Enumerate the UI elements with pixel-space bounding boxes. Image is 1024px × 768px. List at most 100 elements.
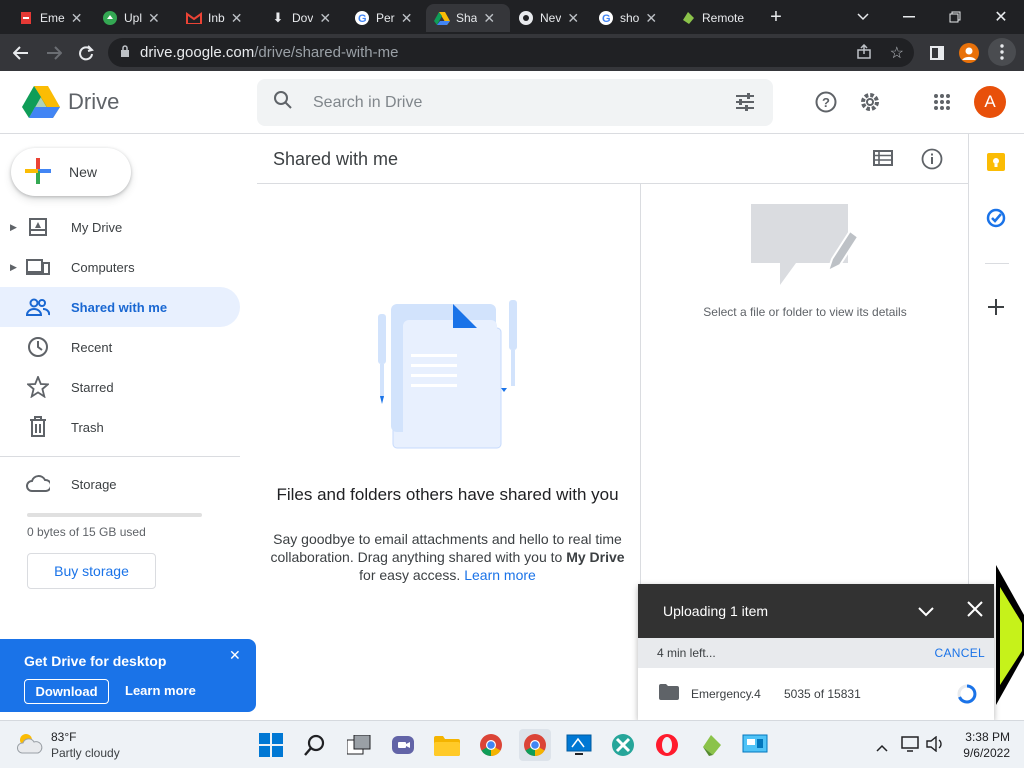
browser-menu-button[interactable]	[988, 38, 1016, 66]
learn-more-link[interactable]: Learn more	[125, 683, 196, 698]
lock-icon[interactable]	[120, 44, 130, 62]
browser-tab[interactable]: Upl ✕	[94, 4, 178, 32]
close-tab-icon[interactable]: ✕	[148, 10, 160, 27]
close-tab-icon[interactable]: ✕	[71, 10, 83, 27]
file-explorer-icon[interactable]	[431, 729, 463, 761]
app-teal-icon[interactable]	[607, 729, 639, 761]
upload-title: Uploading 1 item	[663, 603, 769, 619]
upload-item-progress: 5035 of 15831	[784, 687, 861, 701]
chevron-up-icon[interactable]	[876, 739, 888, 757]
windows-start-icon[interactable]	[255, 729, 287, 761]
sidebar-item-trash[interactable]: Trash	[0, 407, 240, 447]
close-tab-icon[interactable]: ✕	[567, 10, 579, 27]
clock-date[interactable]: 9/6/2022	[948, 746, 1010, 760]
weather-icon[interactable]	[16, 731, 44, 760]
browser-tab[interactable]: Eme ✕	[10, 4, 94, 32]
weather-temperature[interactable]: 83°F	[51, 730, 76, 744]
close-icon[interactable]	[967, 601, 983, 622]
list-view-icon[interactable]	[873, 150, 893, 171]
close-tab-icon[interactable]: ✕	[401, 10, 413, 27]
clock-time[interactable]: 3:38 PM	[958, 730, 1010, 744]
minimize-button[interactable]	[886, 0, 932, 34]
storage-usage-bar	[27, 513, 202, 517]
control-panel-icon[interactable]	[739, 729, 771, 761]
account-avatar[interactable]: A	[974, 86, 1006, 118]
close-icon[interactable]: ✕	[229, 647, 241, 664]
bookmark-star-icon[interactable]: ☆	[890, 43, 904, 63]
browser-tab[interactable]: Nev ✕	[510, 4, 590, 32]
browser-tab[interactable]: ⬇ Dov ✕	[262, 4, 346, 32]
new-button[interactable]: New	[11, 148, 131, 196]
expand-arrow-icon[interactable]: ▶	[10, 222, 17, 233]
sidebar-toggle-icon[interactable]	[924, 40, 950, 66]
opera-icon[interactable]	[651, 729, 683, 761]
sidebar-item-computers[interactable]: ▶ Computers	[0, 247, 240, 287]
chrome-active-icon[interactable]	[519, 729, 551, 761]
browser-tab[interactable]: Remote	[672, 4, 758, 32]
info-icon[interactable]	[921, 148, 943, 175]
forward-button[interactable]	[41, 40, 67, 66]
new-tab-button[interactable]: +	[758, 0, 794, 34]
tab-search-button[interactable]	[840, 0, 886, 34]
sidebar-item-shared-with-me[interactable]: Shared with me	[0, 287, 240, 327]
profile-avatar[interactable]	[956, 40, 982, 66]
close-tab-icon[interactable]: ✕	[319, 10, 331, 27]
search-icon[interactable]	[299, 729, 331, 761]
address-bar[interactable]: drive.google.com/drive/shared-with-me ☆	[108, 38, 914, 67]
buy-storage-button[interactable]: Buy storage	[27, 553, 156, 589]
search-options-icon[interactable]	[735, 93, 755, 116]
browser-toolbar: drive.google.com/drive/shared-with-me ☆	[0, 34, 1024, 71]
sidebar-item-my-drive[interactable]: ▶ My Drive	[0, 207, 240, 247]
cloud-icon	[26, 472, 50, 496]
browser-tab-active[interactable]: Sha ✕	[426, 4, 510, 32]
remote-app-icon[interactable]	[695, 729, 727, 761]
weather-condition[interactable]: Partly cloudy	[51, 746, 120, 760]
cancel-upload-button[interactable]: CANCEL	[935, 646, 985, 660]
collapse-chevron-icon[interactable]	[918, 604, 934, 622]
search-icon[interactable]	[273, 90, 293, 115]
close-window-button[interactable]: ✕	[978, 0, 1024, 34]
restore-button[interactable]	[932, 0, 978, 34]
sidebar-item-starred[interactable]: Starred	[0, 367, 240, 407]
add-addon-icon[interactable]	[987, 298, 1005, 321]
drive-icon	[434, 10, 450, 26]
upload-header: Uploading 1 item	[638, 584, 994, 638]
close-tab-icon[interactable]: ✕	[483, 10, 495, 27]
display-icon[interactable]	[901, 736, 919, 757]
drive-logo-icon[interactable]	[22, 85, 60, 124]
share-icon[interactable]	[856, 43, 872, 65]
gmail-icon	[186, 10, 202, 26]
volume-icon[interactable]	[926, 735, 944, 757]
upload-item-row[interactable]: Emergency.4 5035 of 15831	[638, 668, 994, 720]
remote-desktop-icon[interactable]	[563, 729, 595, 761]
back-button[interactable]	[8, 40, 34, 66]
settings-gear-icon[interactable]	[854, 86, 886, 118]
google-icon: G	[354, 10, 370, 26]
expand-arrow-icon[interactable]: ▶	[10, 262, 17, 273]
task-view-icon[interactable]	[343, 729, 375, 761]
url-text: drive.google.com/drive/shared-with-me	[140, 44, 398, 61]
reload-button[interactable]	[73, 40, 99, 66]
browser-tab[interactable]: G Per ✕	[346, 4, 426, 32]
learn-more-link[interactable]: Learn more	[464, 567, 536, 583]
browser-tab[interactable]: Inb ✕	[178, 4, 262, 32]
browser-tab[interactable]: G sho ✕	[590, 4, 670, 32]
download-button[interactable]: Download	[24, 679, 109, 704]
search-bar[interactable]: Search in Drive	[257, 79, 773, 126]
chrome-icon[interactable]	[475, 729, 507, 761]
sidebar-item-storage[interactable]: Storage	[0, 464, 240, 504]
keep-icon[interactable]	[986, 152, 1006, 177]
teams-chat-icon[interactable]	[387, 729, 419, 761]
cloud-icon	[102, 10, 118, 26]
upload-status-bar: 4 min left... CANCEL	[638, 638, 994, 668]
search-input[interactable]: Search in Drive	[313, 94, 422, 112]
app-name[interactable]: Drive	[68, 89, 119, 115]
tasks-icon[interactable]	[986, 208, 1006, 233]
clock-icon	[26, 335, 50, 359]
close-tab-icon[interactable]: ✕	[231, 10, 243, 27]
empty-desc-text: for easy access.	[359, 567, 461, 583]
sidebar-item-recent[interactable]: Recent	[0, 327, 240, 367]
help-icon[interactable]: ?	[810, 86, 842, 118]
apps-grid-icon[interactable]	[926, 86, 958, 118]
close-tab-icon[interactable]: ✕	[645, 10, 657, 27]
